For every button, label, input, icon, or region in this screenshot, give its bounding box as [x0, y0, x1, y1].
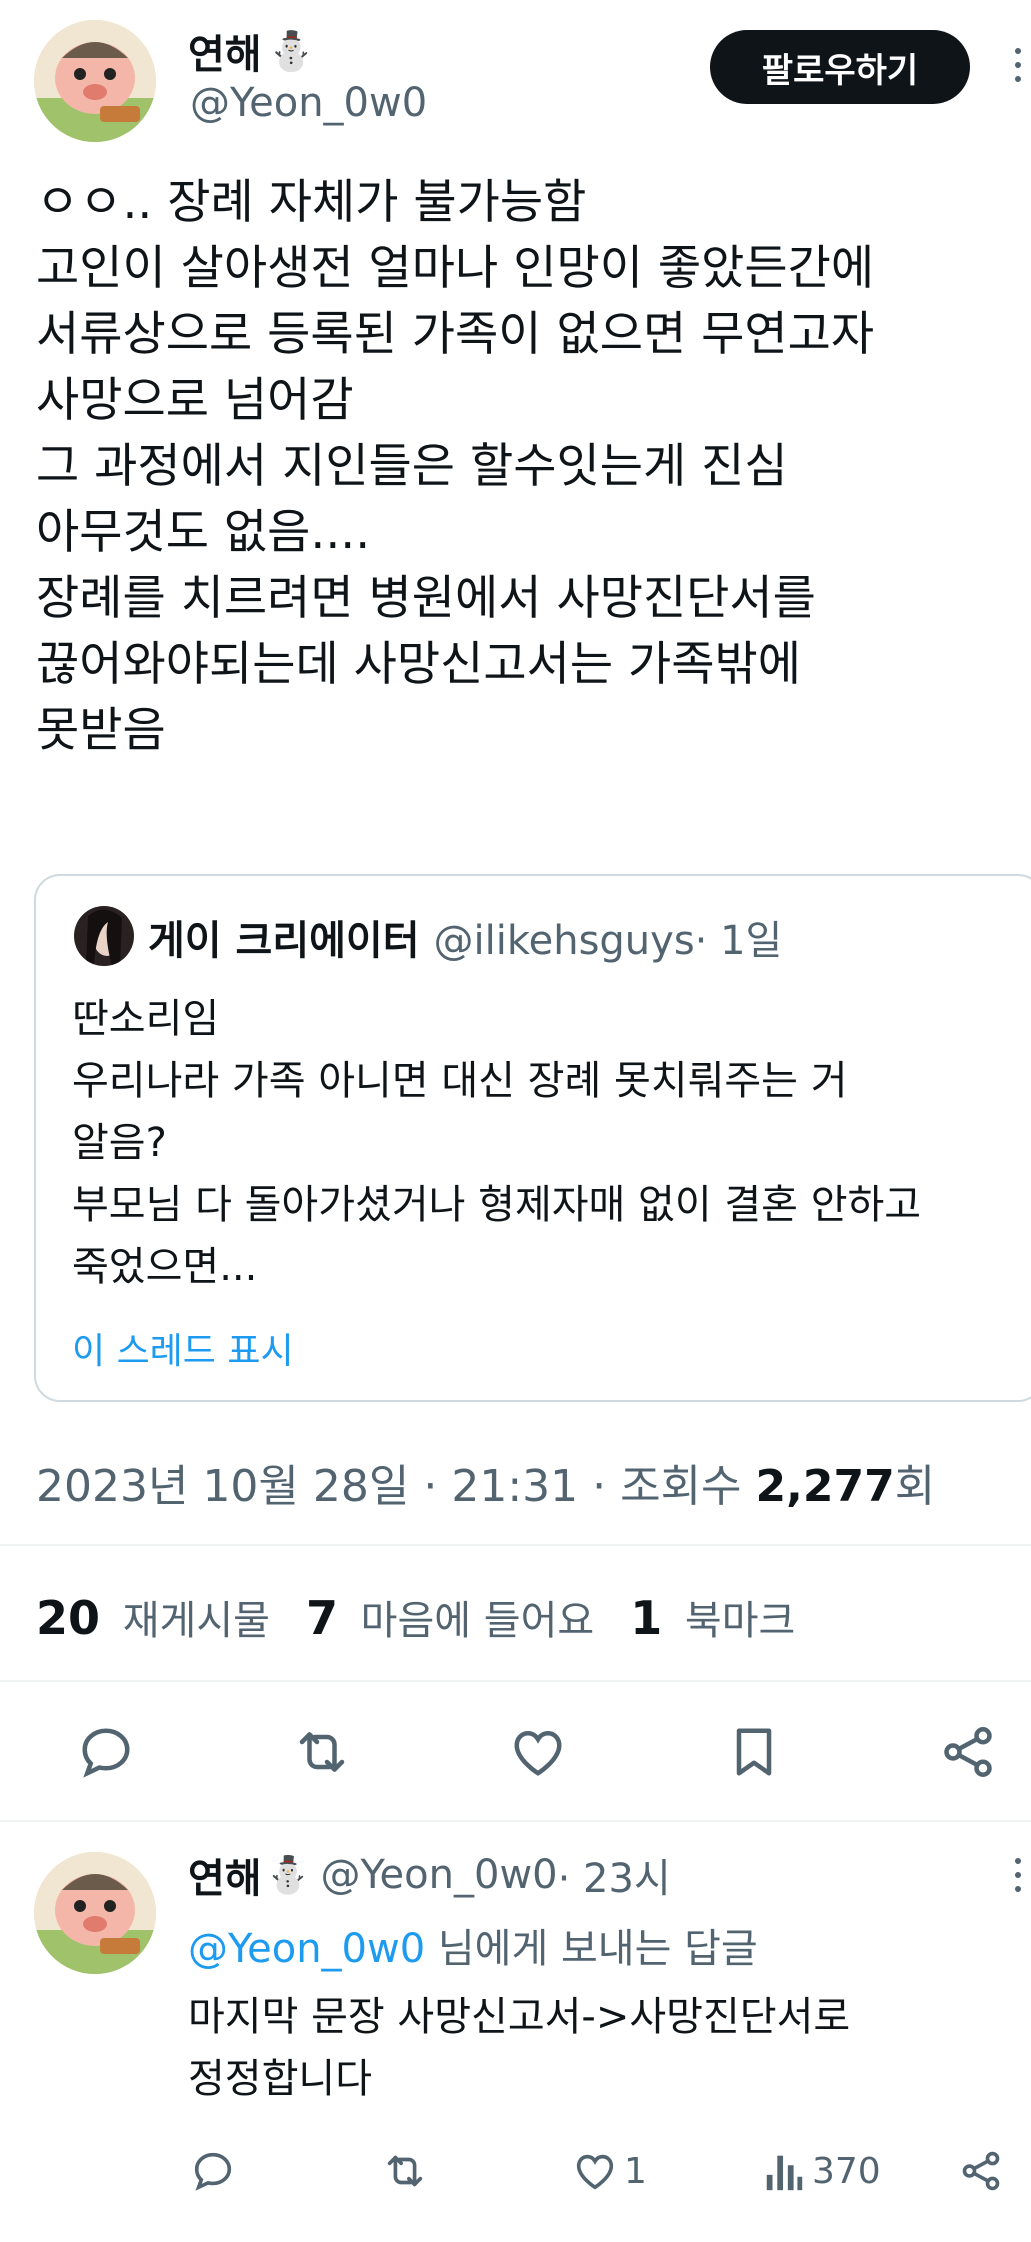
- reply-time: · 23시: [557, 1856, 671, 1902]
- view-count-suffix: 회: [894, 1461, 936, 1512]
- snowman-emoji-icon: ⛄: [267, 28, 315, 73]
- retweets-stat[interactable]: 20 재게시물: [36, 1588, 270, 1646]
- view-count: 2,277: [755, 1461, 895, 1512]
- reply-icon[interactable]: [76, 1722, 136, 1782]
- analytics-bar-icon: [764, 2148, 804, 2194]
- quoted-tweet-card[interactable]: 게이 크리에이터 @ilikehsguys · 1일 딴소리임 우리나라 가족 …: [34, 874, 1031, 1402]
- reply-snowman-emoji-icon: ⛄: [265, 1855, 311, 1896]
- quoted-author-avatar[interactable]: [74, 906, 134, 966]
- reply-like-count: 1: [624, 2150, 647, 2192]
- retweet-icon[interactable]: [290, 1722, 354, 1782]
- tweet-timestamp[interactable]: 2023년 10월 28일 · 21:31 · 조회수: [36, 1461, 756, 1512]
- reply-author-avatar[interactable]: [34, 1852, 156, 1974]
- quoted-handle[interactable]: @ilikehsguys: [434, 918, 695, 964]
- reply-reply-icon[interactable]: [190, 2148, 236, 2194]
- reply-views-button[interactable]: 370: [764, 2148, 881, 2194]
- author-avatar[interactable]: [34, 20, 156, 142]
- quoted-display-name[interactable]: 게이 크리에이터: [148, 908, 420, 966]
- quoted-text: 딴소리임 우리나라 가족 아니면 대신 장례 못치뤄주는 거 알음? 부모님 다…: [72, 996, 922, 1290]
- reply-display-name[interactable]: 연해: [188, 1846, 262, 1904]
- reply-like-icon: [572, 2148, 618, 2194]
- like-icon[interactable]: [508, 1722, 568, 1782]
- reply-like-button[interactable]: 1: [572, 2148, 647, 2194]
- likes-stat[interactable]: 7 마음에 들어요: [306, 1588, 594, 1646]
- reply-view-count: 370: [812, 2150, 881, 2192]
- author-display-name[interactable]: 연해: [188, 22, 262, 80]
- reply-share-icon[interactable]: [958, 2148, 1004, 2194]
- replying-to-label: 님에게 보내는 답글: [425, 1926, 758, 1972]
- bookmark-icon[interactable]: [724, 1722, 784, 1782]
- replying-to-link[interactable]: @Yeon_0w0: [188, 1926, 425, 1972]
- more-options-icon[interactable]: [1015, 48, 1025, 82]
- reply-retweet-icon[interactable]: [380, 2148, 430, 2194]
- quoted-time: · 1일: [694, 918, 783, 964]
- tweet-text: ㅇㅇ.. 장례 자체가 불가능함 고인이 살아생전 얼마나 인망이 좋았든간에 …: [36, 175, 875, 758]
- reply-text: 마지막 문장 사망신고서->사망진단서로 정정합니다: [188, 1994, 851, 2102]
- author-handle[interactable]: @Yeon_0w0: [190, 80, 427, 126]
- bookmarks-stat[interactable]: 1 북마크: [630, 1588, 795, 1646]
- share-icon[interactable]: [938, 1722, 998, 1782]
- reply-handle[interactable]: @Yeon_0w0: [320, 1852, 557, 1898]
- show-thread-link[interactable]: 이 스레드 표시: [72, 1322, 294, 1374]
- reply-more-options-icon[interactable]: [1015, 1858, 1025, 1892]
- follow-button[interactable]: 팔로우하기: [710, 30, 970, 104]
